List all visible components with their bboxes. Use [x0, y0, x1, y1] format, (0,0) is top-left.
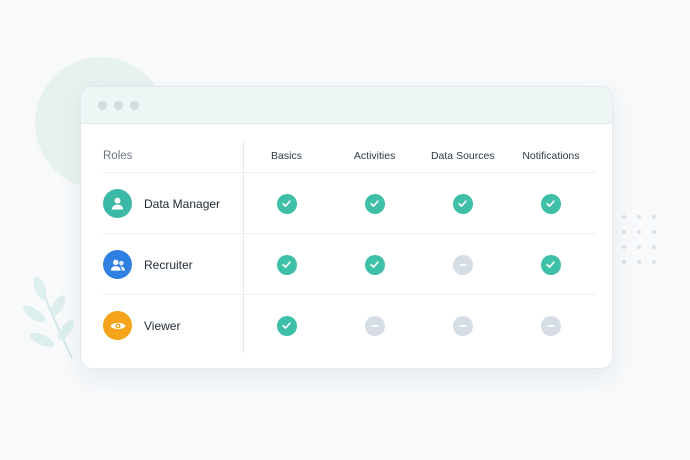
window-dot-icon — [130, 100, 139, 110]
check-icon[interactable] — [364, 193, 385, 214]
roles-column-header: Roles — [103, 150, 133, 162]
check-icon[interactable] — [276, 315, 297, 336]
column-header-basics: Basics — [271, 150, 302, 162]
eye-icon — [103, 311, 132, 340]
table-row: Data Manager — [103, 172, 595, 234]
minus-icon[interactable] — [364, 315, 385, 336]
role-name: Viewer — [144, 318, 181, 333]
minus-icon[interactable] — [540, 315, 561, 336]
user-icon — [103, 189, 132, 218]
column-header-data-sources: Data Sources — [430, 150, 495, 162]
window-dot-icon — [114, 100, 123, 110]
table-header-row: Roles Basics Activities Data Sources Not… — [103, 140, 595, 172]
check-icon[interactable] — [276, 254, 297, 275]
column-header-activities: Activities — [353, 150, 396, 162]
role-name: Data Manager — [144, 196, 221, 211]
dot-grid-decoration — [622, 215, 666, 271]
permissions-table: Roles Basics Activities Data Sources Not… — [81, 124, 612, 368]
check-icon[interactable] — [452, 193, 473, 214]
permissions-window: Roles Basics Activities Data Sources Not… — [80, 86, 613, 369]
minus-icon[interactable] — [452, 315, 473, 336]
column-header-notifications: Notifications — [522, 150, 580, 162]
check-icon[interactable] — [276, 193, 297, 214]
minus-icon[interactable] — [452, 254, 473, 275]
table-row: Recruiter — [103, 233, 595, 295]
users-icon — [103, 250, 132, 279]
window-titlebar — [81, 87, 612, 124]
role-name: Recruiter — [144, 257, 193, 272]
leaf-branch-decoration — [22, 276, 75, 359]
check-icon[interactable] — [540, 193, 561, 214]
check-icon[interactable] — [540, 254, 561, 275]
table-row: Viewer — [103, 294, 595, 356]
window-dot-icon — [98, 100, 107, 110]
check-icon[interactable] — [364, 254, 385, 275]
